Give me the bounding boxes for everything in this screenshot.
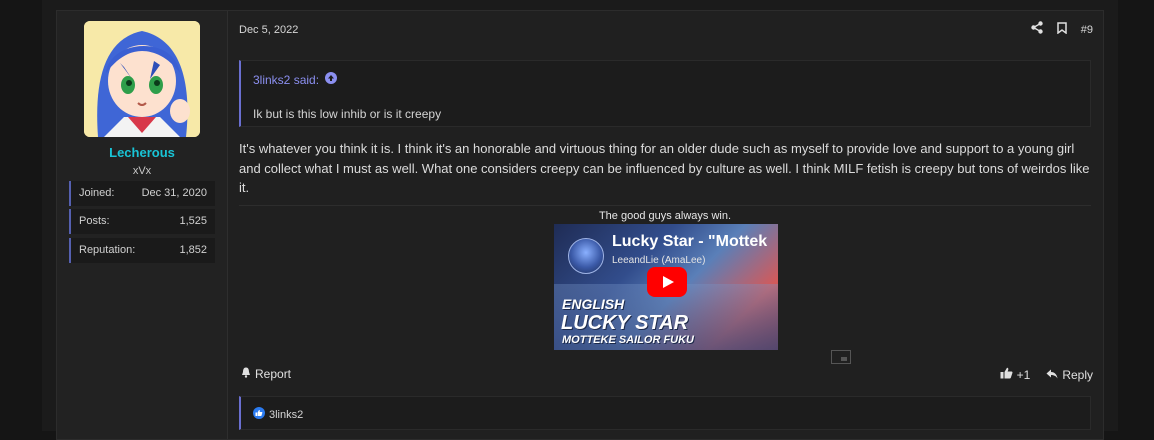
quote-arrow-up-icon[interactable] [325, 72, 338, 87]
user-title: xVx [132, 165, 152, 177]
quote-author[interactable]: 3links2 said: [253, 73, 319, 87]
stat-label: Reputation: [79, 244, 136, 256]
thumb-text: LUCKY STAR [561, 312, 689, 334]
report-label: Report [255, 367, 292, 381]
avatar-image [84, 21, 200, 137]
reply-label: Reply [1062, 367, 1093, 382]
youtube-embed[interactable]: Lucky Star - "Mottek LeeandLie (AmaLee) … [554, 224, 778, 350]
post-container: Lecherous xVx Joined: Dec 31, 2020 Posts… [56, 10, 1104, 440]
stat-label: Joined: [79, 187, 115, 199]
post-number[interactable]: #9 [1081, 24, 1093, 36]
like-reaction-icon [253, 407, 265, 422]
thumb-text: MOTTEKE SAILOR FUKU [562, 334, 694, 346]
like-count: +1 [1016, 367, 1031, 382]
youtube-play-icon[interactable] [647, 267, 687, 297]
stat-label: Posts: [79, 215, 110, 227]
stat-reputation: Reputation: 1,852 [69, 238, 215, 263]
post-main: Dec 5, 2022 #9 3links2 said: Ik but is t… [239, 11, 1093, 439]
signature-divider [239, 205, 1091, 206]
stat-posts: Posts: 1,525 [69, 209, 215, 234]
like-button[interactable]: +1 [1000, 367, 1031, 382]
report-button[interactable]: Report [241, 367, 291, 381]
quote-text: Ik but is this low inhib or is it creepy [253, 107, 442, 121]
signature-caption: The good guys always win. [598, 210, 732, 222]
stat-joined: Joined: Dec 31, 2020 [69, 181, 215, 206]
quote-block: 3links2 said: Ik but is this low inhib o… [239, 60, 1091, 127]
reactions-summary: 3links2 [253, 407, 303, 422]
bell-icon [241, 367, 251, 381]
stat-value: 1,852 [179, 244, 207, 256]
reaction-users[interactable]: 3links2 [269, 409, 303, 421]
bookmark-icon[interactable] [1057, 21, 1067, 39]
thumb-text: ENGLISH [562, 296, 625, 312]
reply-icon [1046, 368, 1058, 382]
channel-avatar[interactable] [568, 238, 604, 274]
post-date[interactable]: Dec 5, 2022 [239, 24, 298, 36]
share-icon[interactable] [1031, 21, 1043, 39]
post-top-actions: #9 [1031, 21, 1093, 39]
stat-value: Dec 31, 2020 [141, 187, 207, 199]
video-title[interactable]: Lucky Star - "Mottek [612, 233, 767, 251]
video-channel[interactable]: LeeandLie (AmaLee) [612, 255, 705, 266]
user-column: Lecherous xVx Joined: Dec 31, 2020 Posts… [57, 11, 228, 439]
stat-value: 1,525 [179, 215, 207, 227]
avatar[interactable] [84, 21, 200, 137]
reactions-bar[interactable]: 3links2 [239, 396, 1091, 430]
reply-button[interactable]: Reply [1046, 368, 1093, 382]
username[interactable]: Lecherous [57, 145, 227, 160]
post-bottom-actions: +1 Reply [1000, 367, 1093, 382]
thumbs-up-icon [1000, 367, 1013, 382]
embed-icon[interactable] [831, 350, 851, 364]
post-body: It's whatever you think it is. I think i… [239, 141, 1090, 195]
quote-header[interactable]: 3links2 said: [253, 72, 338, 87]
